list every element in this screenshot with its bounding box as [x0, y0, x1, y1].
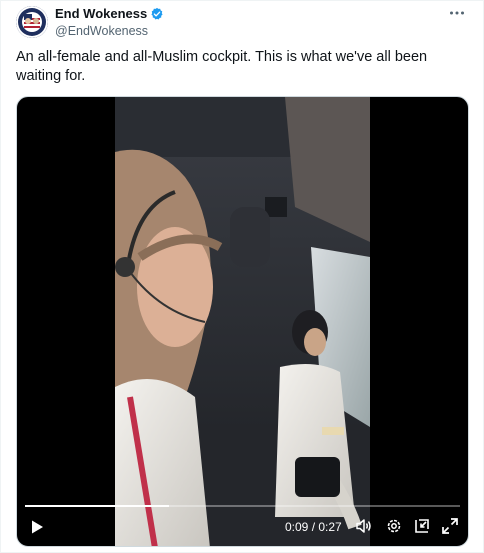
avatar[interactable] — [16, 6, 48, 38]
author-name[interactable]: End Wokeness — [55, 6, 147, 22]
volume-icon[interactable] — [355, 517, 373, 535]
tweet-card: End Wokeness @EndWokeness An all-female … — [0, 0, 484, 553]
fullscreen-icon[interactable] — [441, 517, 459, 535]
duration: 0:27 — [318, 520, 342, 534]
time-separator: / — [308, 520, 319, 534]
verified-badge-icon — [150, 7, 164, 21]
progress-bar[interactable] — [25, 505, 460, 507]
video-still — [115, 97, 370, 546]
pip-icon[interactable] — [413, 517, 431, 535]
current-time: 0:09 — [285, 520, 309, 534]
tweet-text: An all-female and all-Muslim cockpit. Th… — [16, 49, 428, 84]
author-block: End Wokeness @EndWokeness — [55, 6, 164, 39]
play-icon[interactable] — [29, 519, 45, 535]
time-display: 0:09 / 0:27 — [285, 519, 342, 535]
video-frame[interactable] — [115, 97, 370, 546]
more-icon[interactable] — [449, 6, 465, 23]
video-controls: 0:09 / 0:27 — [17, 498, 468, 546]
author-handle[interactable]: @EndWokeness — [55, 23, 164, 39]
progress-fill — [25, 505, 169, 507]
settings-icon[interactable] — [385, 517, 403, 535]
video-player[interactable]: 0:09 / 0:27 — [16, 96, 469, 547]
